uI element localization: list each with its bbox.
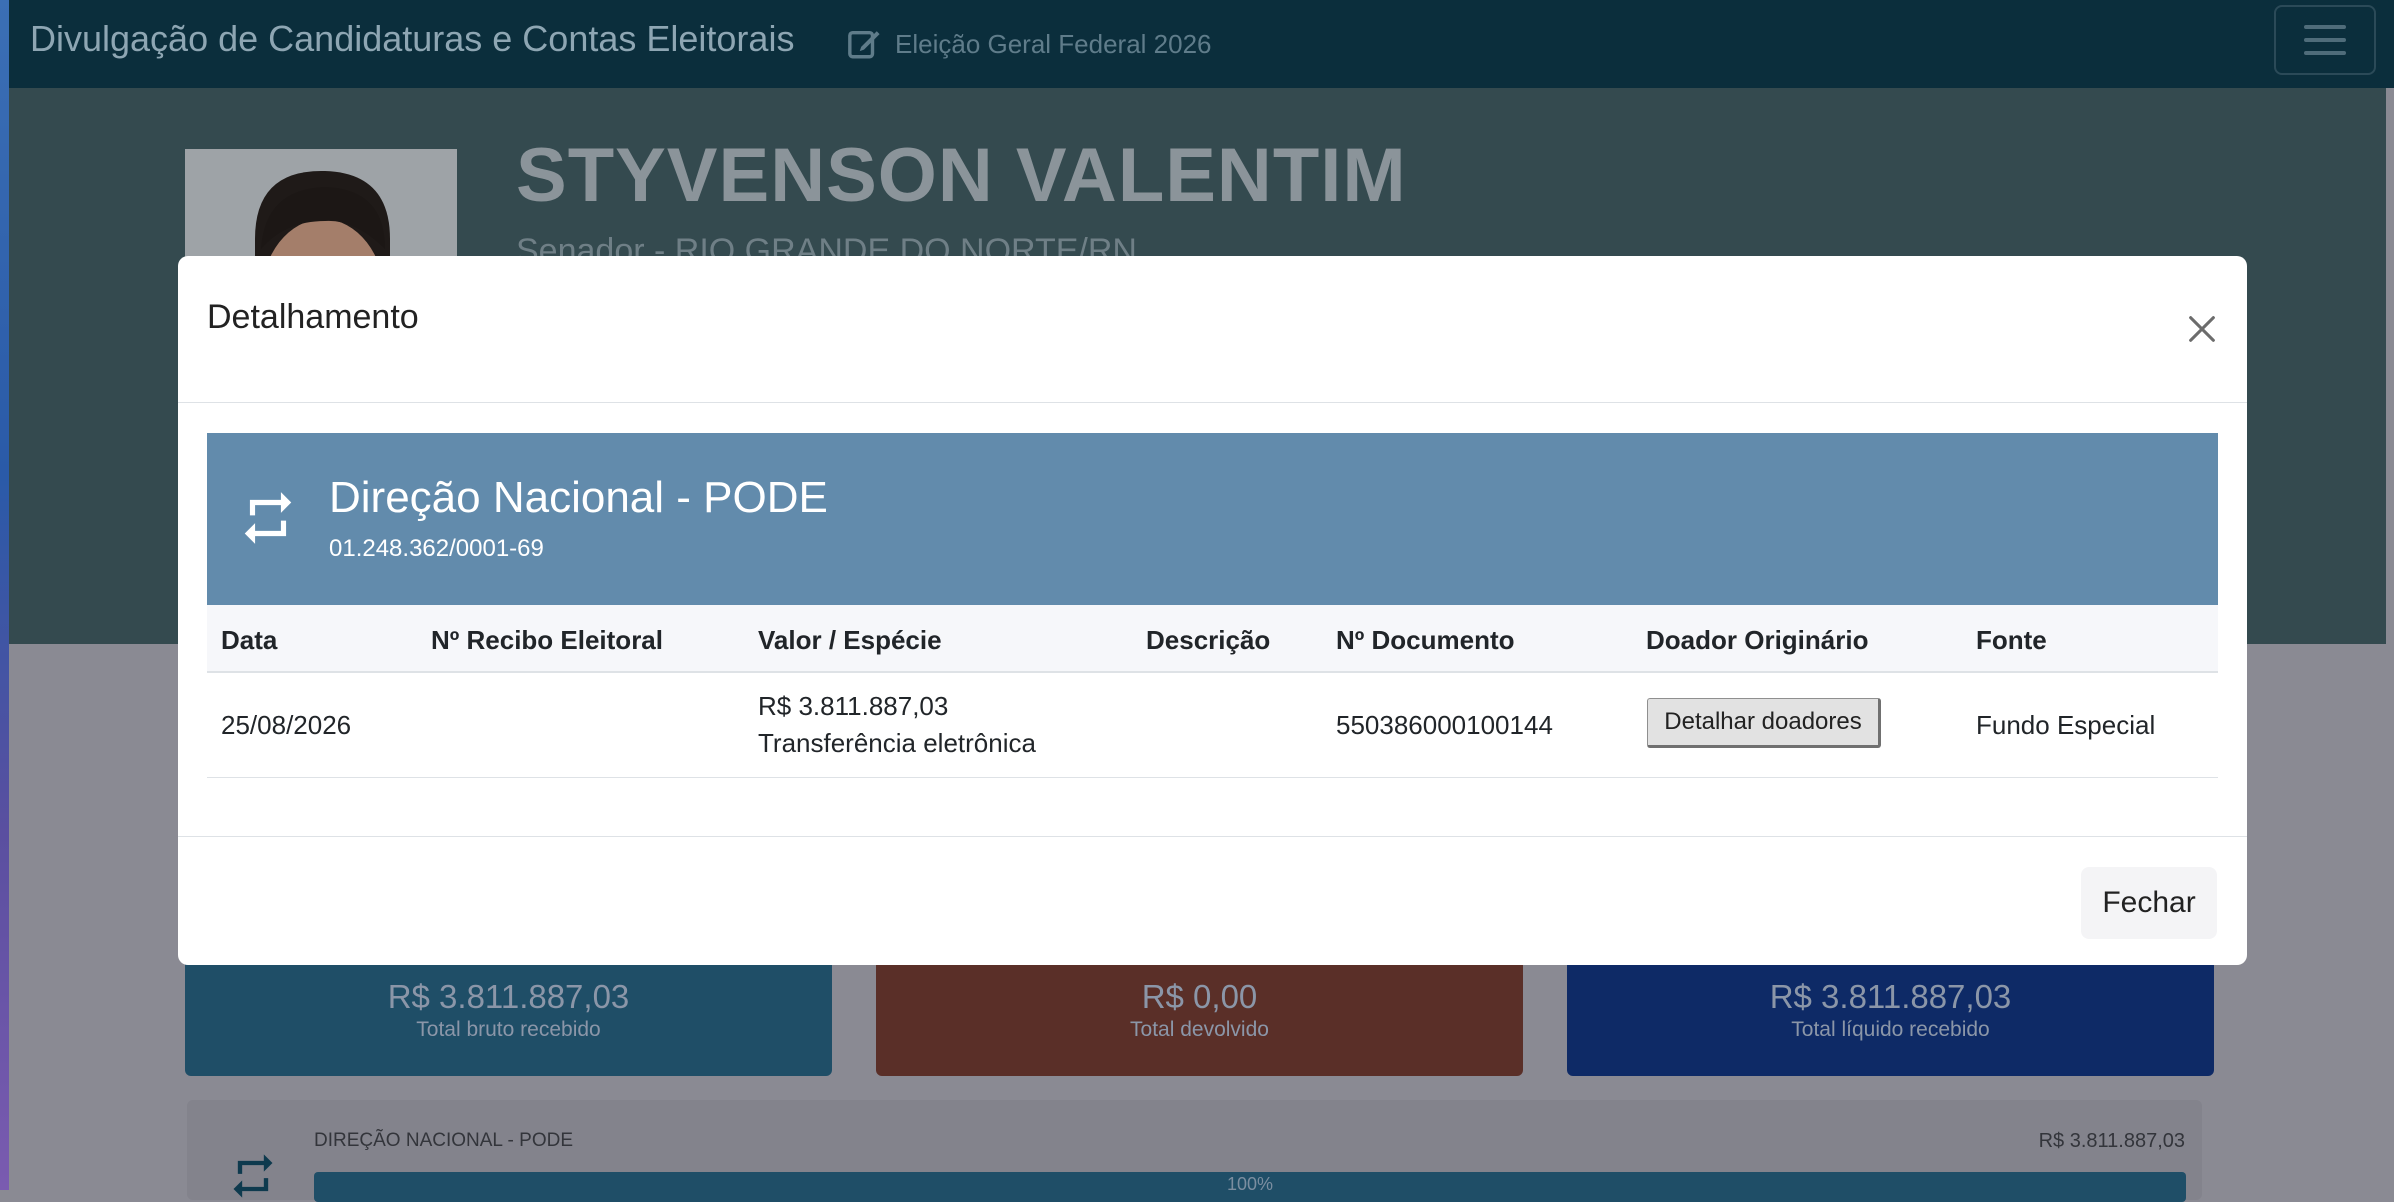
donor-percent: 100%	[1226, 1174, 1274, 1194]
election-selector[interactable]: Eleição Geral Federal 2026	[847, 27, 1212, 61]
hamburger-icon-line	[2304, 51, 2346, 55]
modal-title: Detalhamento	[207, 298, 419, 336]
column-header-doador: Doador Originário	[1646, 625, 1869, 655]
election-label: Eleição Geral Federal 2026	[895, 28, 1212, 59]
card-label: Total bruto recebido	[416, 1018, 601, 1041]
hamburger-icon-line	[2304, 25, 2346, 29]
desktop-edge-strip	[0, 0, 9, 1190]
cell-valor: R$ 3.811.887,03	[758, 691, 949, 721]
column-header-valor: Valor / Espécie	[758, 625, 942, 655]
top-navbar: Divulgação de Candidaturas e Contas Elei…	[9, 0, 2394, 88]
cell-documento: 550386000100144	[1336, 710, 1553, 740]
cell-fonte: Fundo Especial	[1976, 710, 2156, 740]
donor-summary-card[interactable]: DIREÇÃO NACIONAL - PODE R$ 3.811.887,03 …	[187, 1100, 2202, 1202]
detail-donors-button[interactable]: Detalhar doadores	[1647, 698, 1881, 748]
card-amount: R$ 3.811.887,03	[387, 978, 630, 1015]
donor-name: DIREÇÃO NACIONAL - PODE	[314, 1130, 574, 1151]
column-header-documento: Nº Documento	[1336, 625, 1515, 655]
transfer-icon	[244, 492, 292, 544]
cell-data: 25/08/2026	[221, 710, 352, 740]
modal-header-divider	[178, 402, 2247, 403]
donor-banner-cnpj: 01.248.362/0001-69	[329, 535, 544, 562]
donor-banner: Direção Nacional - PODE 01.248.362/0001-…	[207, 433, 2218, 605]
transfer-icon	[233, 1154, 273, 1198]
table-header: Data Nº Recibo Eleitoral Valor / Espécie…	[207, 605, 2218, 673]
candidate-name: STYVENSON VALENTIM	[516, 133, 1407, 218]
close-button[interactable]: Fechar	[2081, 867, 2217, 939]
card-amount: R$ 0,00	[1141, 978, 1258, 1015]
menu-toggle-button[interactable]	[2274, 5, 2376, 75]
edit-icon	[848, 30, 880, 59]
modal-footer-divider	[178, 836, 2247, 837]
net-received-card: R$ 3.811.887,03 Total líquido recebido	[1567, 960, 2214, 1076]
table-row: 25/08/2026 R$ 3.811.887,03 Transferência…	[207, 673, 2218, 778]
gross-received-card: R$ 3.811.887,03 Total bruto recebido	[185, 960, 832, 1076]
donor-progress-bar: 100%	[314, 1172, 2186, 1202]
cell-especie: Transferência eletrônica	[758, 728, 1036, 758]
column-header-data: Data	[221, 625, 278, 655]
close-icon[interactable]	[2185, 312, 2219, 346]
column-header-recibo: Nº Recibo Eleitoral	[431, 625, 663, 655]
column-header-descricao: Descrição	[1146, 625, 1271, 655]
app-title[interactable]: Divulgação de Candidaturas e Contas Elei…	[30, 18, 794, 60]
hamburger-icon-line	[2304, 38, 2346, 42]
returned-card: R$ 0,00 Total devolvido	[876, 960, 1523, 1076]
card-amount: R$ 3.811.887,03	[1769, 978, 2012, 1015]
card-label: Total devolvido	[1130, 1018, 1269, 1041]
column-header-fonte: Fonte	[1976, 625, 2047, 655]
detail-modal: Detalhamento Direção Nacional - PODE 01.…	[178, 256, 2247, 965]
donor-value: R$ 3.811.887,03	[2038, 1130, 2185, 1152]
card-label: Total líquido recebido	[1791, 1018, 1990, 1041]
donor-banner-name: Direção Nacional - PODE	[329, 473, 828, 522]
